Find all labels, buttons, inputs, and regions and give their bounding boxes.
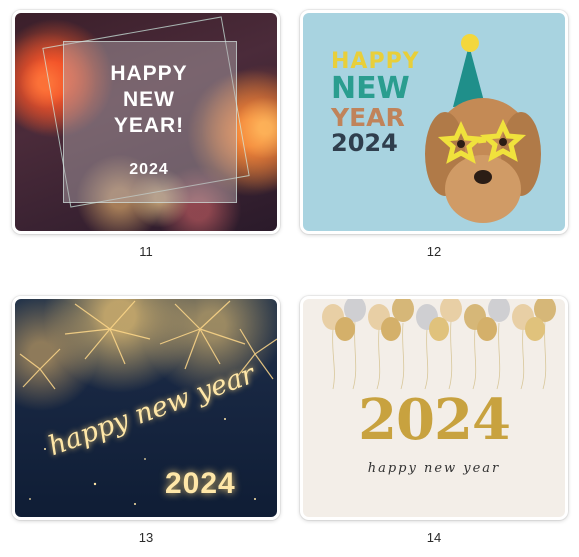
- party-hat-icon: [453, 34, 485, 107]
- headline-year: YEAR: [331, 103, 405, 132]
- card-number: 11: [139, 244, 153, 259]
- card-year: 2024: [129, 161, 169, 178]
- headline-new: NEW: [331, 71, 410, 106]
- template-card-14[interactable]: 2024 happy new year: [300, 296, 568, 520]
- template-cell-12: HAPPY NEW YEAR 2024 12: [300, 10, 568, 259]
- card-number: 13: [138, 530, 154, 545]
- template-card-11[interactable]: HAPPY NEW YEAR! 2024: [12, 10, 280, 234]
- template-cell-13: happy new year 2024 13: [12, 296, 280, 545]
- card-number: 12: [426, 244, 442, 259]
- card-year: 2024: [358, 387, 511, 453]
- script-subtitle: happy new year: [367, 461, 501, 476]
- headline-line: NEW: [123, 88, 175, 111]
- template-card-13[interactable]: happy new year 2024: [12, 296, 280, 520]
- headline-line: YEAR!: [113, 114, 185, 137]
- dog-icon: [425, 34, 541, 223]
- balloons-icon: [322, 299, 556, 390]
- card-headline: HAPPY NEW YEAR!: [63, 61, 235, 139]
- template-card-12[interactable]: HAPPY NEW YEAR 2024: [300, 10, 568, 234]
- headline-year-number: 2024: [331, 129, 398, 157]
- template-cell-11: HAPPY NEW YEAR! 2024 11: [12, 10, 280, 259]
- template-grid: HAPPY NEW YEAR! 2024 11 HAPPY NEW YEAR 2…: [0, 0, 579, 557]
- card-number: 14: [426, 530, 442, 545]
- card-year: 2024: [165, 467, 236, 500]
- template-cell-14: 2024 happy new year 14: [300, 296, 568, 545]
- headline-line: HAPPY: [110, 62, 188, 85]
